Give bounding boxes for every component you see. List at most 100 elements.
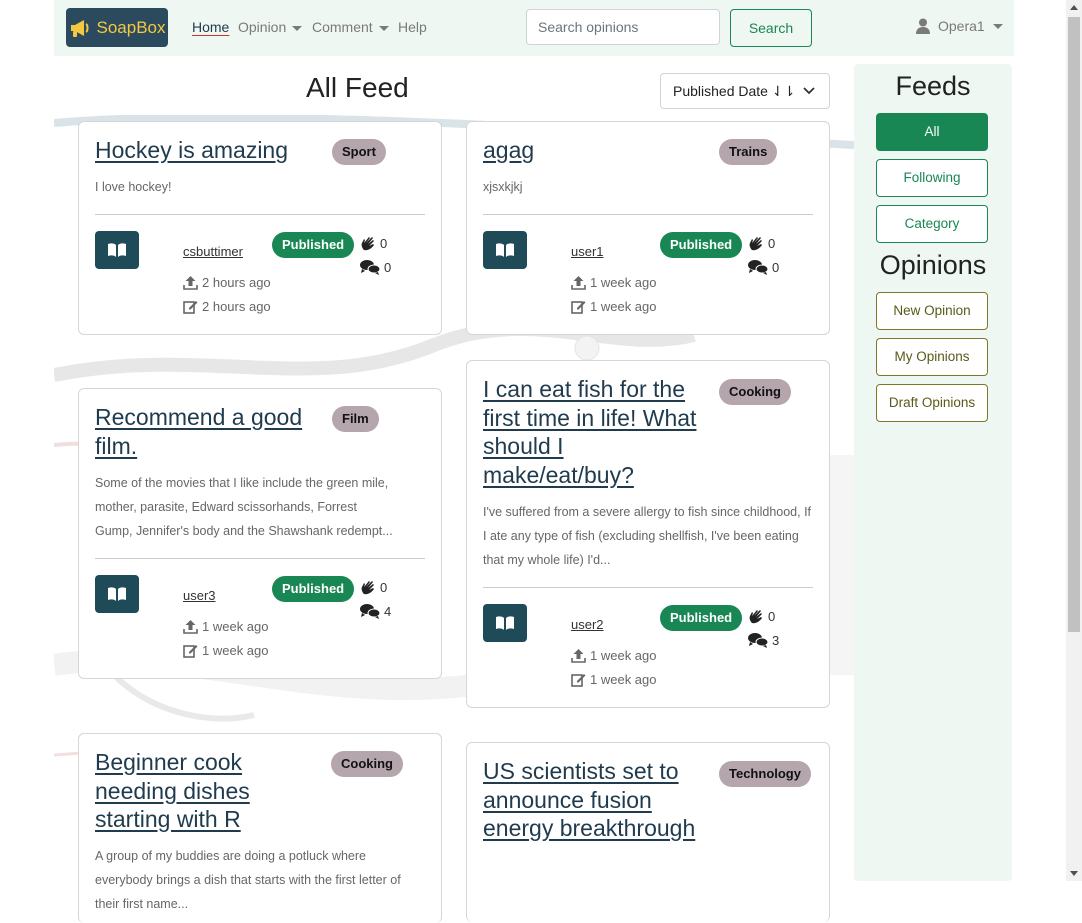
- user-icon: [916, 18, 930, 34]
- my-opinions-button[interactable]: My Opinions: [876, 338, 988, 376]
- opinion-card: agag Trains xjsxkjkj user1 Published 1 w…: [466, 121, 830, 335]
- comment-count[interactable]: 3: [748, 632, 779, 648]
- vertical-scrollbar[interactable]: [1066, 0, 1082, 881]
- opinion-title-link[interactable]: agag: [483, 136, 713, 165]
- published-date-text: 1 week ago: [202, 619, 269, 634]
- edited-date-text: 1 week ago: [590, 672, 657, 687]
- opinion-card: Recommend a good film. Film Some of the …: [78, 388, 442, 679]
- feed-following-button[interactable]: Following: [876, 159, 988, 197]
- book-open-icon: [496, 243, 514, 257]
- edited-date: 1 week ago: [183, 643, 269, 658]
- author-link[interactable]: user2: [571, 617, 604, 632]
- card-divider: [483, 214, 813, 215]
- brand-logo-link[interactable]: SoapBox: [66, 8, 168, 47]
- nav-opinion-dropdown[interactable]: Opinion: [238, 19, 303, 35]
- comments-icon: [748, 260, 768, 275]
- book-open-icon: [108, 587, 126, 601]
- comment-count-value: 4: [384, 603, 392, 619]
- read-opinion-button[interactable]: [483, 231, 527, 269]
- author-link[interactable]: csbuttimer: [183, 244, 243, 259]
- nav-home-link[interactable]: Home: [192, 19, 229, 35]
- category-badge[interactable]: Film: [332, 406, 379, 432]
- clap-icon: [749, 237, 762, 251]
- comments-icon: [360, 260, 380, 275]
- nav-opinion-label: Opinion: [238, 19, 287, 35]
- feeds-heading: Feeds: [895, 71, 971, 101]
- comment-count-value: 0: [384, 259, 392, 275]
- feed-category-button[interactable]: Category: [876, 205, 988, 243]
- opinion-excerpt: I love hockey!: [95, 180, 172, 194]
- category-badge[interactable]: Sport: [332, 139, 386, 165]
- opinion-excerpt: xjsxkjkj: [483, 180, 523, 194]
- scroll-thumb[interactable]: [1068, 17, 1080, 632]
- opinions-heading: Opinions: [879, 250, 987, 280]
- page-title: All Feed: [306, 72, 409, 103]
- opinion-card: I can eat fish for the first time in lif…: [466, 360, 830, 708]
- user-menu-dropdown[interactable]: Opera1: [916, 18, 1003, 34]
- read-opinion-button[interactable]: [483, 604, 527, 642]
- published-date: 1 week ago: [571, 275, 657, 290]
- clap-count[interactable]: 0: [360, 235, 387, 251]
- comments-icon: [748, 633, 768, 648]
- category-badge[interactable]: Technology: [719, 761, 811, 787]
- card-divider: [95, 214, 425, 215]
- brand-name: SoapBox: [96, 17, 166, 37]
- nav-help-link[interactable]: Help: [398, 19, 427, 35]
- sidebar: Feeds All Following Category Opinions Ne…: [854, 64, 1012, 881]
- clap-count-value: 0: [380, 579, 388, 595]
- opinion-title-link[interactable]: US scientists set to announce fusion ene…: [483, 757, 713, 843]
- status-badge: Published: [272, 232, 355, 258]
- upload-icon: [183, 620, 198, 634]
- chevron-down-icon: [992, 23, 1003, 29]
- comment-count[interactable]: 4: [360, 603, 391, 619]
- opinion-title-link[interactable]: Beginner cook needing dishes starting wi…: [95, 748, 325, 834]
- search-input[interactable]: [526, 9, 720, 45]
- upload-icon: [571, 276, 586, 290]
- opinion-card: Beginner cook needing dishes starting wi…: [78, 733, 442, 923]
- opinion-excerpt: Some of the movies that I like include t…: [95, 476, 393, 538]
- read-opinion-button[interactable]: [95, 575, 139, 613]
- feed-all-button[interactable]: All: [876, 113, 988, 151]
- book-open-icon: [108, 243, 126, 257]
- upload-icon: [183, 276, 198, 290]
- new-opinion-button[interactable]: New Opinion: [876, 292, 988, 330]
- published-date: 1 week ago: [183, 619, 269, 634]
- top-navbar: SoapBox Home Opinion Comment Help Search…: [54, 0, 1014, 56]
- edit-icon: [183, 645, 198, 658]
- category-badge[interactable]: Cooking: [331, 751, 403, 777]
- comment-count[interactable]: 0: [360, 259, 391, 275]
- card-divider: [95, 558, 425, 559]
- edit-icon: [571, 674, 586, 687]
- scroll-down-arrow[interactable]: [1070, 871, 1078, 876]
- clap-count[interactable]: 0: [360, 579, 387, 595]
- author-link[interactable]: user1: [571, 244, 604, 259]
- edited-date: 1 week ago: [571, 672, 657, 687]
- clap-count[interactable]: 0: [748, 608, 775, 624]
- category-badge[interactable]: Cooking: [719, 379, 791, 405]
- opinion-title-link[interactable]: I can eat fish for the first time in lif…: [483, 375, 713, 489]
- comments-icon: [360, 604, 380, 619]
- chevron-down-icon: [803, 87, 815, 95]
- opinion-excerpt: I've suffered from a severe allergy to f…: [483, 505, 812, 567]
- nav-comment-dropdown[interactable]: Comment: [312, 19, 389, 35]
- sort-select[interactable]: Published Date ⇃⇂: [660, 73, 830, 109]
- chevron-down-icon: [292, 25, 303, 31]
- draft-opinions-button[interactable]: Draft Opinions: [876, 384, 988, 422]
- scroll-up-arrow[interactable]: [1070, 5, 1078, 10]
- author-link[interactable]: user3: [183, 588, 216, 603]
- clap-icon: [361, 581, 374, 595]
- read-opinion-button[interactable]: [95, 231, 139, 269]
- search-button[interactable]: Search: [730, 9, 812, 47]
- comment-count[interactable]: 0: [748, 259, 779, 275]
- clap-icon: [749, 610, 762, 624]
- published-date-text: 1 week ago: [590, 275, 657, 290]
- published-date: 1 week ago: [571, 648, 657, 663]
- clap-count[interactable]: 0: [748, 235, 775, 251]
- comment-count-value: 3: [772, 632, 780, 648]
- status-badge: Published: [272, 576, 355, 602]
- opinion-title-link[interactable]: Hockey is amazing: [95, 136, 325, 165]
- published-date-text: 1 week ago: [590, 648, 657, 663]
- opinion-title-link[interactable]: Recommend a good film.: [95, 403, 325, 460]
- category-badge[interactable]: Trains: [719, 139, 778, 165]
- edited-date: 2 hours ago: [183, 299, 271, 314]
